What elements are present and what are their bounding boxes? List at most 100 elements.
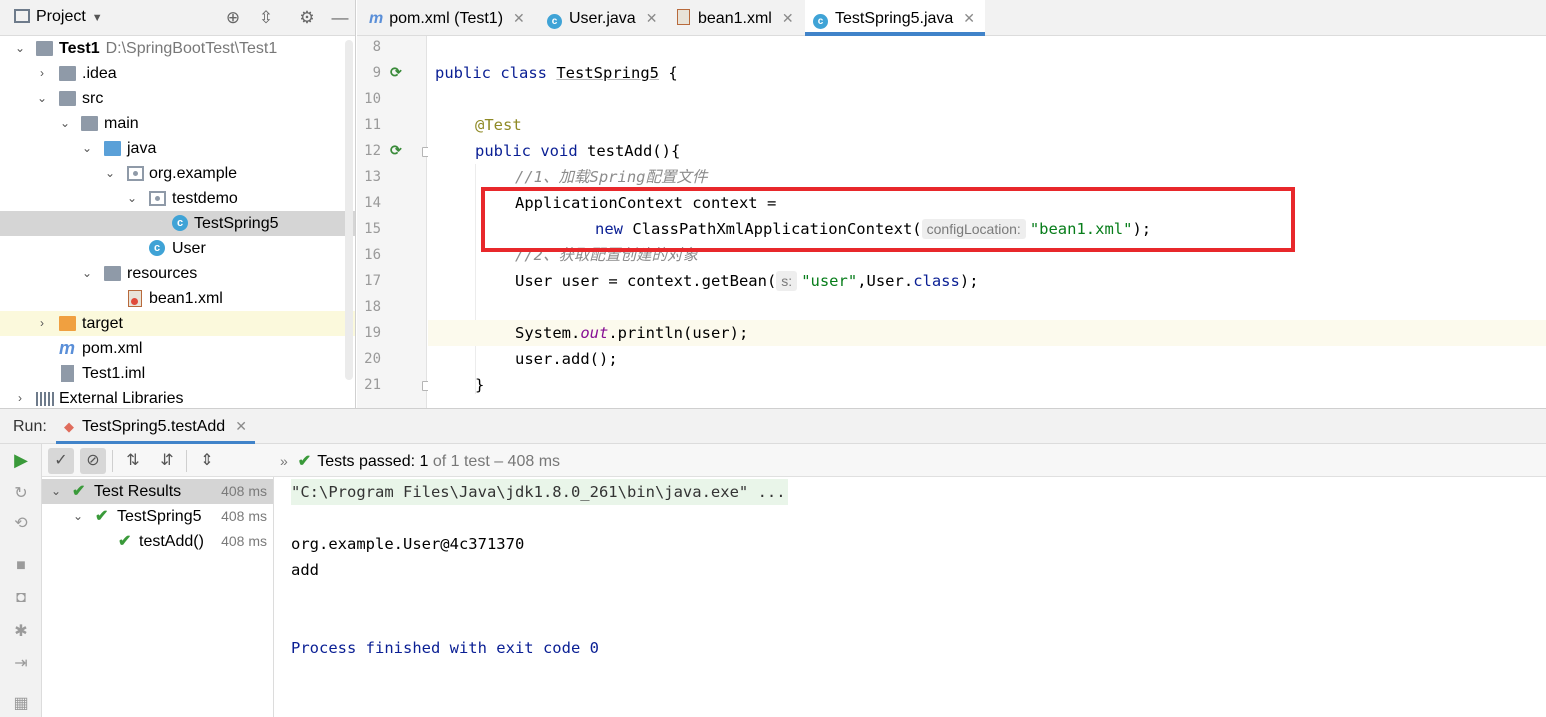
tree-item-testdemo[interactable]: ⌄ testdemo <box>0 186 355 211</box>
sort-by-duration-icon[interactable]: ⇵ <box>154 448 180 474</box>
expand-all-icon[interactable]: ⇕ <box>194 448 220 474</box>
check-icon: ✔ <box>72 483 86 500</box>
tree-item-idea[interactable]: › .idea <box>0 61 355 86</box>
tree-item-label: src <box>82 90 104 107</box>
result-row-testadd[interactable]: ✔ testAdd() 408 ms <box>42 529 273 554</box>
source-folder-icon <box>104 141 121 156</box>
chevron-down-icon[interactable]: ⌄ <box>36 92 48 104</box>
chevron-down-icon[interactable]: ⌄ <box>126 192 138 204</box>
tree-item-label: resources <box>127 265 198 282</box>
tree-item-testspring5[interactable]: c TestSpring5 <box>0 211 355 236</box>
show-ignored-icon[interactable]: ⊘ <box>80 448 106 474</box>
locate-icon[interactable]: ⊕ <box>223 8 243 28</box>
editor-tab-bar: m pom.xml (Test1) ✕ c User.java ✕ bean1.xml ✕… <box>357 0 1546 36</box>
line-number: 12 <box>364 143 381 159</box>
close-icon[interactable]: ✕ <box>782 10 794 26</box>
tree-item-test1-iml[interactable]: Test1.iml <box>0 361 355 386</box>
project-icon <box>14 9 30 23</box>
show-passed-icon[interactable]: ✓ <box>48 448 74 474</box>
module-folder-icon <box>36 41 53 56</box>
result-row-test-results[interactable]: ⌄ ✔ Test Results 408 ms <box>42 479 273 504</box>
result-time: 408 ms <box>221 483 267 499</box>
chevron-down-icon[interactable]: ⌄ <box>51 479 61 504</box>
test-run-icon: ◆ <box>64 419 74 434</box>
gear-icon[interactable]: ⚙ <box>297 8 317 28</box>
chevron-down-icon[interactable]: ⌄ <box>104 167 116 179</box>
chevron-down-icon[interactable]: ⌄ <box>81 267 93 279</box>
collapse-all-icon[interactable]: ⇳ <box>256 8 276 28</box>
tab-label: bean1.xml <box>698 10 772 27</box>
chevron-down-icon[interactable]: ⌄ <box>59 117 71 129</box>
tree-item-user[interactable]: c User <box>0 236 355 261</box>
chevron-right-icon[interactable]: › <box>14 392 26 404</box>
camera-icon[interactable]: ◘ <box>11 588 31 608</box>
line-number: 11 <box>364 117 381 133</box>
close-icon[interactable]: ✕ <box>646 10 658 26</box>
debug-icon[interactable]: ✱ <box>11 622 31 642</box>
tab-run-config[interactable]: ◆ TestSpring5.testAdd ✕ <box>56 409 255 444</box>
stop-icon[interactable]: ■ <box>11 556 31 576</box>
chevron-right-icon[interactable]: › <box>36 317 48 329</box>
result-row-testspring5[interactable]: ⌄ ✔ TestSpring5 408 ms <box>42 504 273 529</box>
tree-item-label: target <box>82 315 123 332</box>
check-icon: ✔ <box>95 508 109 525</box>
tree-item-src[interactable]: ⌄ src <box>0 86 355 111</box>
chevron-down-icon[interactable]: ⌄ <box>73 504 83 529</box>
chevron-down-icon[interactable]: ⌄ <box>81 142 93 154</box>
close-icon[interactable]: ✕ <box>235 418 247 434</box>
project-scrollbar[interactable] <box>345 40 353 380</box>
run-tab-label: TestSpring5.testAdd <box>82 418 226 435</box>
tree-item-path: D:\SpringBootTest\Test1 <box>105 40 278 57</box>
toggle-auto-test-icon[interactable]: ⟲ <box>11 514 31 534</box>
rerun-failed-icon[interactable]: ↻ <box>11 484 31 504</box>
status-prefix: Tests passed: <box>317 453 420 470</box>
tree-item-label: User <box>172 240 206 257</box>
console-command-line: "C:\Program Files\Java\jdk1.8.0_261\bin\… <box>291 479 788 505</box>
project-view-selector[interactable]: Project ▼ <box>14 8 103 26</box>
tree-item-external-libraries[interactable]: › External Libraries <box>0 386 355 408</box>
console-output[interactable]: "C:\Program Files\Java\jdk1.8.0_261\bin\… <box>275 477 1546 717</box>
tree-item-bean1-xml[interactable]: bean1.xml <box>0 286 355 311</box>
tab-testspring5-java[interactable]: c TestSpring5.java ✕ <box>805 0 985 36</box>
tab-bean1-xml[interactable]: bean1.xml ✕ <box>669 0 794 36</box>
tree-item-main[interactable]: ⌄ main <box>0 111 355 136</box>
tree-item-label: testdemo <box>172 190 238 207</box>
close-icon[interactable]: ✕ <box>513 10 525 26</box>
tab-pom-xml[interactable]: m pom.xml (Test1) ✕ <box>361 0 525 36</box>
tree-item-org-example[interactable]: ⌄ org.example <box>0 161 355 186</box>
status-detail: of 1 test – 408 ms <box>432 453 561 470</box>
run-test-icon[interactable]: ⟳ <box>390 142 406 158</box>
close-icon[interactable]: ✕ <box>963 10 975 26</box>
folder-icon <box>81 116 98 131</box>
sort-alphabetically-icon[interactable]: ⇅ <box>120 448 146 474</box>
result-time: 408 ms <box>221 508 267 524</box>
line-number: 21 <box>364 377 381 393</box>
annotation-highlight-box <box>481 187 1295 252</box>
parameter-hint: s: <box>776 271 798 291</box>
test-status: » ✔ Tests passed: 1 of 1 test – 408 ms <box>280 451 560 471</box>
tree-item-target[interactable]: › target <box>0 311 355 336</box>
console-exit-line: Process finished with exit code 0 <box>291 639 599 657</box>
code-line-12: public void testAdd(){ <box>475 142 681 160</box>
hide-panel-icon[interactable]: — <box>330 8 350 28</box>
code-line-21: } <box>475 376 485 394</box>
tree-item-test1[interactable]: ⌄ Test1 D:\SpringBootTest\Test1 <box>0 36 355 61</box>
tree-item-resources[interactable]: ⌄ resources <box>0 261 355 286</box>
line-number: 13 <box>364 169 381 185</box>
tree-item-pom-xml[interactable]: m pom.xml <box>0 336 355 361</box>
run-label: Run: <box>13 418 47 435</box>
layout-icon[interactable]: ▦ <box>11 694 31 714</box>
project-panel: Project ▼ ⊕ ⇳ ⚙ — ⌄ Test1 D:\SpringBootTes… <box>0 0 356 408</box>
line-number: 8 <box>372 39 381 55</box>
chevron-down-icon[interactable]: ⌄ <box>14 42 26 54</box>
line-number: 20 <box>364 351 381 367</box>
export-icon[interactable]: ⇥ <box>11 654 31 674</box>
tree-item-label: Test1.iml <box>82 365 146 382</box>
tab-user-java[interactable]: c User.java ✕ <box>539 0 657 36</box>
rerun-icon[interactable]: ▶ <box>11 450 31 470</box>
more-icon[interactable]: » <box>280 453 288 469</box>
chevron-right-icon[interactable]: › <box>36 67 48 79</box>
run-test-icon[interactable]: ⟳ <box>390 64 406 80</box>
tree-item-label: bean1.xml <box>149 290 223 307</box>
tree-item-java[interactable]: ⌄ java <box>0 136 355 161</box>
